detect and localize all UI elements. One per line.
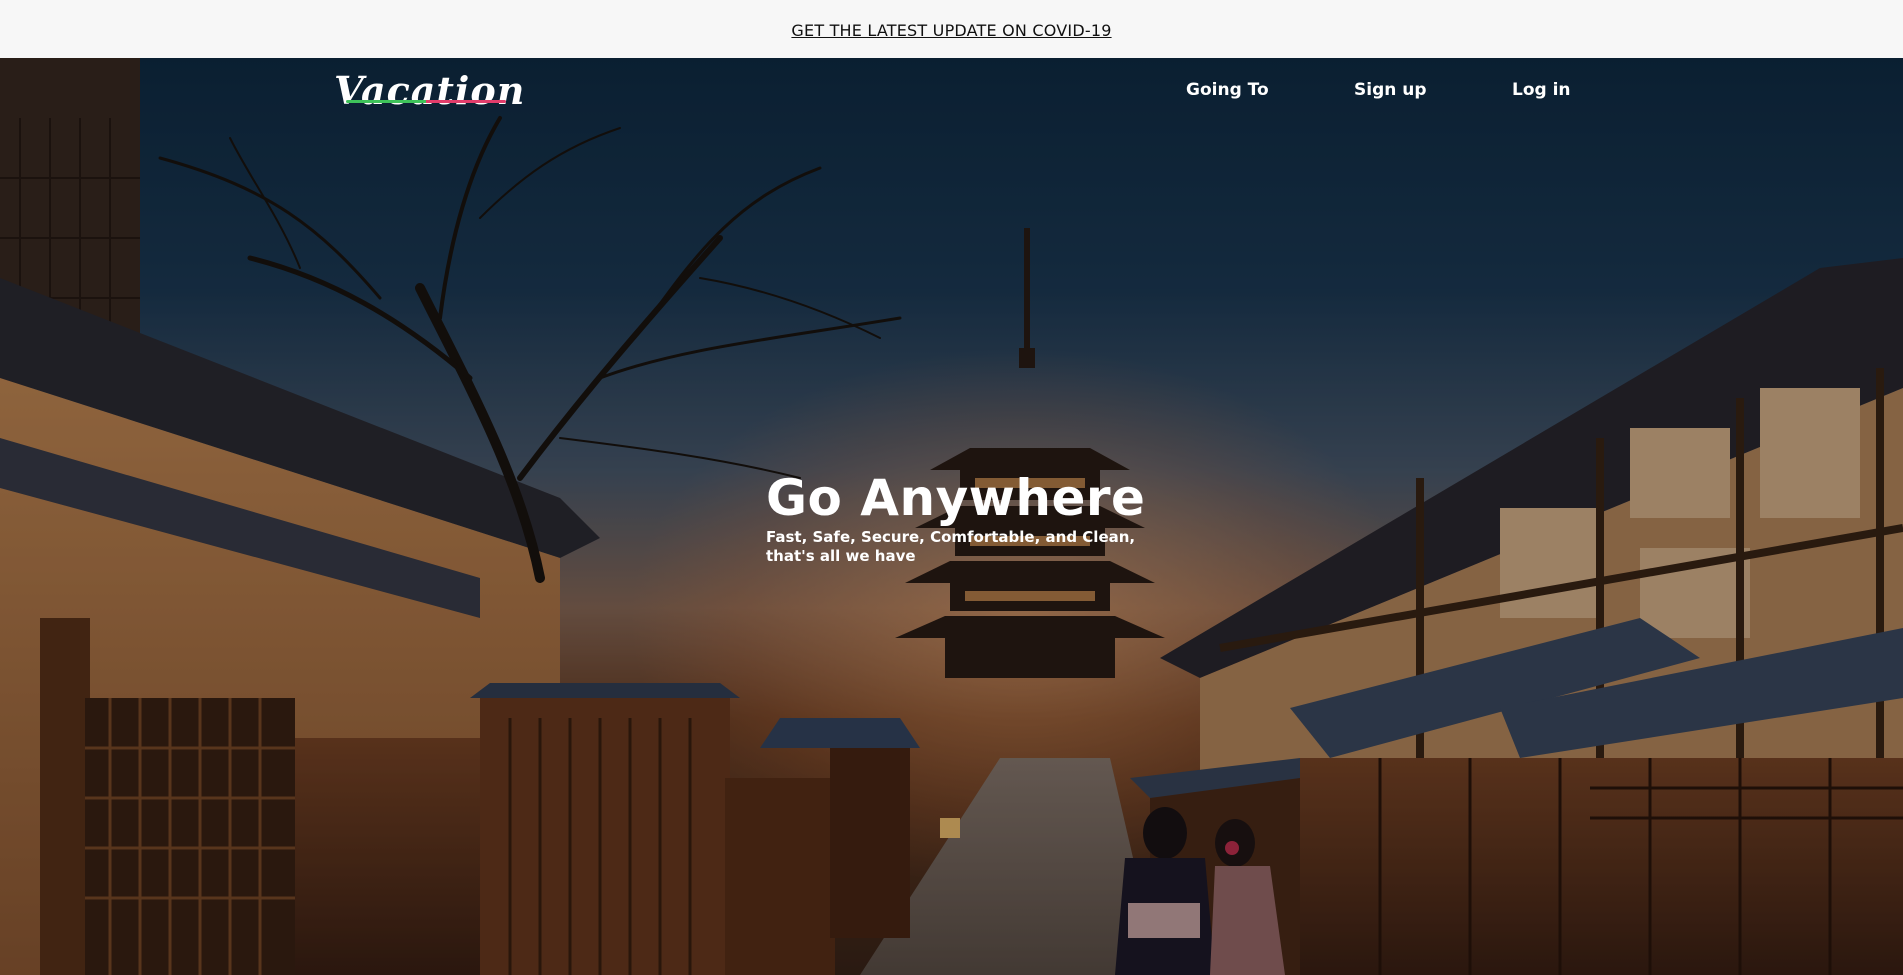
nav-sign-up[interactable]: Sign up <box>1354 80 1427 100</box>
hero-text: Go Anywhere Fast, Safe, Secure, Comforta… <box>766 468 1145 566</box>
logo[interactable]: Vacation <box>334 68 525 113</box>
logo-accent-stroke <box>346 100 506 103</box>
hero-title: Go Anywhere <box>766 469 1146 527</box>
nav-log-in[interactable]: Log in <box>1512 80 1571 100</box>
covid-update-link[interactable]: GET THE LATEST UPDATE ON COVID-19 <box>791 21 1111 40</box>
navbar: Vacation Going To Sign up Log in <box>0 58 1903 126</box>
covid-banner: GET THE LATEST UPDATE ON COVID-19 <box>0 0 1903 58</box>
hero-subtitle-line2: that's all we have <box>766 547 916 565</box>
hero-subtitle-line1: Fast, Safe, Secure, Comfortable, and Cle… <box>766 528 1136 546</box>
nav-going-to[interactable]: Going To <box>1186 80 1269 100</box>
